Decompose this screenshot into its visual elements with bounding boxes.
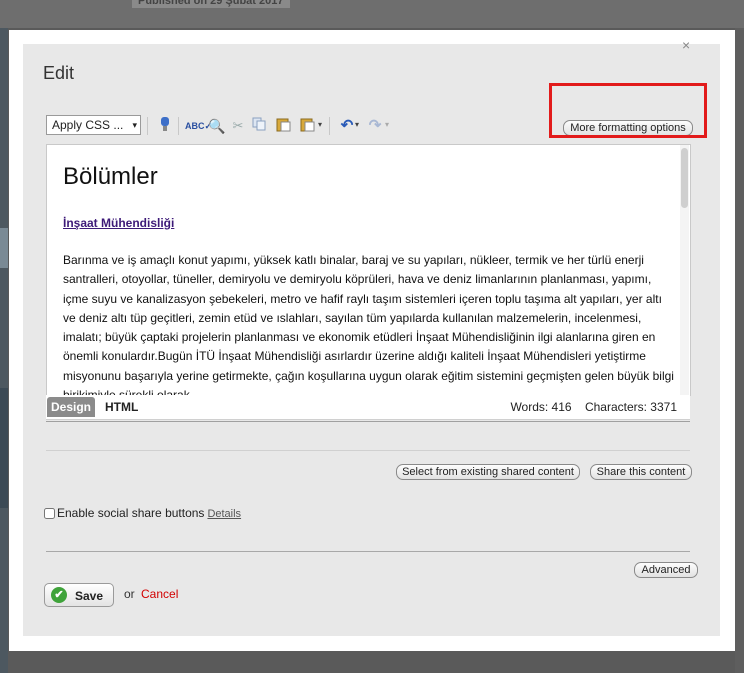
- paste-special-icon[interactable]: [298, 117, 316, 135]
- chevron-down-icon[interactable]: ▾: [318, 120, 322, 129]
- content-paragraph: Barınma ve iş amaçlı konut yapımı, yükse…: [63, 253, 674, 396]
- toolbar-separator: [178, 117, 179, 135]
- social-share-option: Enable social share buttons Details: [44, 506, 241, 520]
- background-stripe: [0, 228, 8, 268]
- find-icon[interactable]: 🔍: [208, 117, 226, 135]
- cancel-link[interactable]: Cancel: [141, 587, 178, 601]
- word-character-count: Words: 416 Characters: 3371: [500, 400, 677, 414]
- save-button[interactable]: ✔ Save: [44, 583, 114, 607]
- chevron-down-icon: ▾: [132, 120, 137, 130]
- edit-dialog: Edit Apply CSS ... ▾ ABC✓ 🔍 ✂ ▾ ↶ ▾ ↷ ▾ …: [9, 30, 735, 651]
- chevron-down-icon[interactable]: ▾: [355, 120, 359, 129]
- word-count: Words: 416: [510, 400, 572, 414]
- divider: [46, 551, 690, 552]
- share-this-content-button[interactable]: Share this content: [590, 464, 692, 480]
- published-label: Published on 29 Şubat 2017: [132, 0, 290, 8]
- select-existing-shared-content-button[interactable]: Select from existing shared content: [396, 464, 580, 480]
- copy-icon[interactable]: [250, 117, 268, 135]
- editor-mode-tabs: Design HTML Words: 416 Characters: 3371: [46, 395, 690, 420]
- or-text: or: [124, 587, 135, 601]
- tab-html[interactable]: HTML: [105, 397, 138, 417]
- background-stripe-dark: [0, 388, 8, 508]
- advanced-button[interactable]: Advanced: [634, 562, 698, 578]
- divider: [46, 450, 690, 451]
- apply-css-select[interactable]: Apply CSS ... ▾: [46, 115, 141, 135]
- redo-icon[interactable]: ↷: [366, 117, 384, 135]
- background-left-strip: [0, 28, 8, 673]
- toolbar-separator: [329, 117, 330, 135]
- scrollbar-thumb[interactable]: [681, 148, 688, 208]
- divider: [46, 421, 690, 422]
- tab-design[interactable]: Design: [47, 397, 95, 417]
- rich-text-editor[interactable]: Bölümler İnşaat Mühendisliği Barınma ve …: [46, 144, 691, 396]
- content-heading: Bölümler: [63, 163, 158, 190]
- undo-icon[interactable]: ↶: [338, 117, 356, 135]
- toolbar-separator: [147, 117, 148, 135]
- editor-scrollbar[interactable]: [680, 145, 689, 395]
- chevron-down-icon[interactable]: ▾: [385, 120, 389, 129]
- background-topbar: Published on 29 Şubat 2017: [0, 0, 744, 28]
- apply-css-select-value: Apply CSS ...: [52, 118, 124, 132]
- spellcheck-icon[interactable]: ABC✓: [185, 117, 212, 135]
- details-link[interactable]: Details: [207, 508, 241, 520]
- social-share-checkbox[interactable]: [44, 508, 55, 519]
- close-icon[interactable]: ×: [682, 37, 690, 53]
- cut-icon[interactable]: ✂: [229, 117, 247, 135]
- save-button-label: Save: [75, 589, 104, 603]
- character-count: Characters: 3371: [584, 400, 677, 414]
- social-share-label: Enable social share buttons: [57, 506, 205, 520]
- annotation-highlight-box: [549, 83, 707, 138]
- check-icon: ✔: [51, 587, 67, 603]
- style-icon[interactable]: [156, 117, 174, 135]
- content-link[interactable]: İnşaat Mühendisliği: [63, 216, 174, 230]
- paste-icon[interactable]: [274, 117, 292, 135]
- background-right-strip: [735, 28, 744, 673]
- dialog-title: Edit: [43, 63, 75, 83]
